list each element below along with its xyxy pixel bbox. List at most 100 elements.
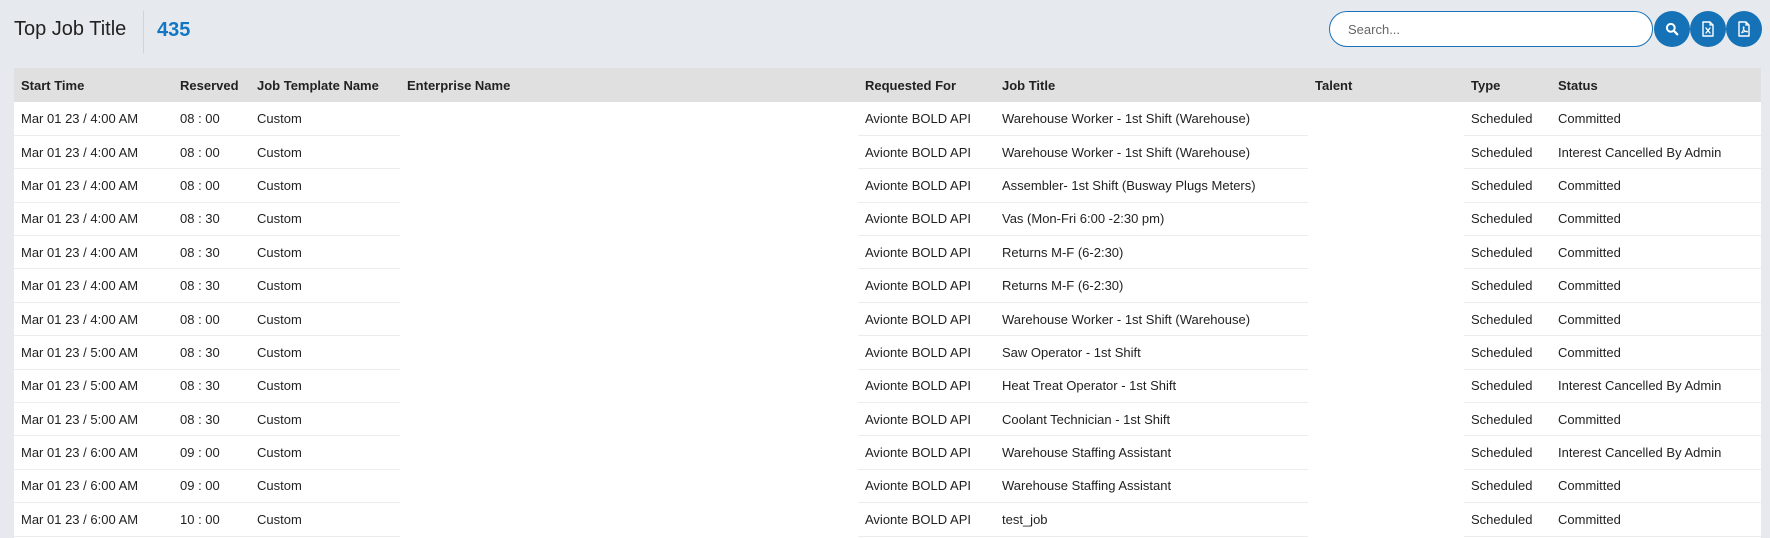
cell-type: Scheduled (1464, 402, 1551, 437)
column-header-requested-for[interactable]: Requested For (858, 68, 995, 102)
cell-requested-for: Avionte BOLD API (858, 202, 995, 237)
cell-requested-for: Avionte BOLD API (858, 268, 995, 303)
cell-status: Committed (1551, 402, 1761, 437)
cell-talent (1308, 235, 1464, 269)
cell-talent (1308, 502, 1464, 537)
column-header-type[interactable]: Type (1464, 68, 1551, 102)
cell-status: Committed (1551, 502, 1761, 537)
cell-talent (1308, 102, 1464, 136)
table-row[interactable]: Mar 01 23 / 6:00 AM 10 : 00 Custom Avionte … (14, 502, 1761, 537)
cell-enterprise-name (400, 235, 858, 269)
cell-job-template-name: Custom (250, 135, 400, 170)
cell-type: Scheduled (1464, 135, 1551, 170)
cell-job-title: Assembler- 1st Shift (Busway Plugs Meter… (995, 168, 1308, 203)
cell-job-template-name: Custom (250, 369, 400, 404)
cell-type: Scheduled (1464, 469, 1551, 504)
table-row[interactable]: Mar 01 23 / 4:00 AM 08 : 00 Custom Avionte … (14, 102, 1761, 136)
table-row[interactable]: Mar 01 23 / 5:00 AM 08 : 30 Custom Avionte … (14, 369, 1761, 404)
cell-talent (1308, 135, 1464, 169)
cell-enterprise-name (400, 335, 858, 370)
cell-status: Committed (1551, 268, 1761, 303)
cell-status: Committed (1551, 102, 1761, 136)
cell-status: Committed (1551, 202, 1761, 237)
cell-job-template-name: Custom (250, 435, 400, 470)
search-button[interactable] (1654, 11, 1690, 47)
cell-enterprise-name (400, 469, 858, 503)
table-row[interactable]: Mar 01 23 / 4:00 AM 08 : 30 Custom Avionte … (14, 202, 1761, 237)
cell-type: Scheduled (1464, 202, 1551, 237)
table-row[interactable]: Mar 01 23 / 5:00 AM 08 : 30 Custom Avionte … (14, 335, 1761, 370)
cell-reserved: 10 : 00 (173, 502, 250, 537)
cell-type: Scheduled (1464, 168, 1551, 203)
cell-start-time: Mar 01 23 / 4:00 AM (14, 268, 173, 303)
export-pdf-button[interactable] (1726, 11, 1762, 47)
cell-job-title: Heat Treat Operator - 1st Shift (995, 369, 1308, 404)
cell-job-template-name: Custom (250, 235, 400, 270)
cell-job-template-name: Custom (250, 469, 400, 504)
cell-job-template-name: Custom (250, 268, 400, 303)
table-row[interactable]: Mar 01 23 / 4:00 AM 08 : 30 Custom Avionte … (14, 268, 1761, 303)
column-header-job-template-name[interactable]: Job Template Name (250, 68, 400, 102)
result-count: 435 (157, 19, 191, 41)
table-row[interactable]: Mar 01 23 / 6:00 AM 09 : 00 Custom Avionte … (14, 435, 1761, 470)
cell-requested-for: Avionte BOLD API (858, 435, 995, 470)
page-title: Top Job Title (14, 18, 127, 40)
table-body: Mar 01 23 / 4:00 AM 08 : 00 Custom Avionte … (14, 102, 1761, 537)
cell-job-title: Vas (Mon-Fri 6:00 -2:30 pm) (995, 202, 1308, 237)
cell-reserved: 08 : 30 (173, 235, 250, 270)
cell-talent (1308, 302, 1464, 336)
column-header-job-title[interactable]: Job Title (995, 68, 1308, 102)
search-input[interactable] (1329, 11, 1653, 47)
table-row[interactable]: Mar 01 23 / 4:00 AM 08 : 30 Custom Avionte … (14, 235, 1761, 270)
cell-job-title: Coolant Technician - 1st Shift (995, 402, 1308, 437)
cell-requested-for: Avionte BOLD API (858, 302, 995, 337)
cell-job-template-name: Custom (250, 102, 400, 136)
cell-job-title: Returns M-F (6-2:30) (995, 268, 1308, 303)
cell-job-title: test_job (995, 502, 1308, 537)
cell-enterprise-name (400, 435, 858, 470)
cell-type: Scheduled (1464, 435, 1551, 470)
cell-talent (1308, 435, 1464, 470)
cell-start-time: Mar 01 23 / 4:00 AM (14, 302, 173, 337)
export-excel-button[interactable] (1690, 11, 1726, 47)
cell-start-time: Mar 01 23 / 6:00 AM (14, 469, 173, 504)
cell-start-time: Mar 01 23 / 4:00 AM (14, 202, 173, 237)
column-header-talent[interactable]: Talent (1308, 68, 1464, 102)
cell-start-time: Mar 01 23 / 6:00 AM (14, 435, 173, 470)
cell-start-time: Mar 01 23 / 4:00 AM (14, 102, 173, 136)
cell-talent (1308, 335, 1464, 370)
cell-job-title: Saw Operator - 1st Shift (995, 335, 1308, 370)
cell-requested-for: Avionte BOLD API (858, 102, 995, 136)
cell-requested-for: Avionte BOLD API (858, 502, 995, 537)
table-row[interactable]: Mar 01 23 / 4:00 AM 08 : 00 Custom Avionte … (14, 302, 1761, 337)
table-row[interactable]: Mar 01 23 / 4:00 AM 08 : 00 Custom Avionte … (14, 168, 1761, 203)
table-row[interactable]: Mar 01 23 / 4:00 AM 08 : 00 Custom Avionte … (14, 135, 1761, 170)
cell-enterprise-name (400, 268, 858, 303)
cell-type: Scheduled (1464, 502, 1551, 537)
cell-job-title: Returns M-F (6-2:30) (995, 235, 1308, 270)
cell-job-title: Warehouse Worker - 1st Shift (Warehouse) (995, 135, 1308, 170)
cell-type: Scheduled (1464, 335, 1551, 370)
cell-type: Scheduled (1464, 369, 1551, 404)
cell-job-title: Warehouse Staffing Assistant (995, 469, 1308, 504)
top-bar: Top Job Title 435 (0, 0, 1770, 64)
cell-reserved: 08 : 00 (173, 168, 250, 203)
column-header-enterprise-name[interactable]: Enterprise Name (400, 68, 858, 102)
cell-start-time: Mar 01 23 / 5:00 AM (14, 369, 173, 404)
table-row[interactable]: Mar 01 23 / 6:00 AM 09 : 00 Custom Avionte … (14, 469, 1761, 504)
cell-requested-for: Avionte BOLD API (858, 235, 995, 270)
column-header-reserved[interactable]: Reserved (173, 68, 250, 102)
search-icon (1665, 22, 1679, 36)
cell-reserved: 09 : 00 (173, 469, 250, 504)
jobs-table-container[interactable]: Start Time Reserved Job Template Name En… (14, 68, 1761, 538)
cell-start-time: Mar 01 23 / 5:00 AM (14, 335, 173, 370)
cell-job-template-name: Custom (250, 335, 400, 370)
cell-job-template-name: Custom (250, 402, 400, 437)
cell-start-time: Mar 01 23 / 4:00 AM (14, 235, 173, 270)
column-header-start-time[interactable]: Start Time (14, 68, 173, 102)
column-header-status[interactable]: Status (1551, 68, 1761, 102)
cell-talent (1308, 168, 1464, 203)
table-row[interactable]: Mar 01 23 / 5:00 AM 08 : 30 Custom Avionte … (14, 402, 1761, 437)
cell-status: Committed (1551, 235, 1761, 270)
pdf-export-icon (1738, 21, 1750, 37)
